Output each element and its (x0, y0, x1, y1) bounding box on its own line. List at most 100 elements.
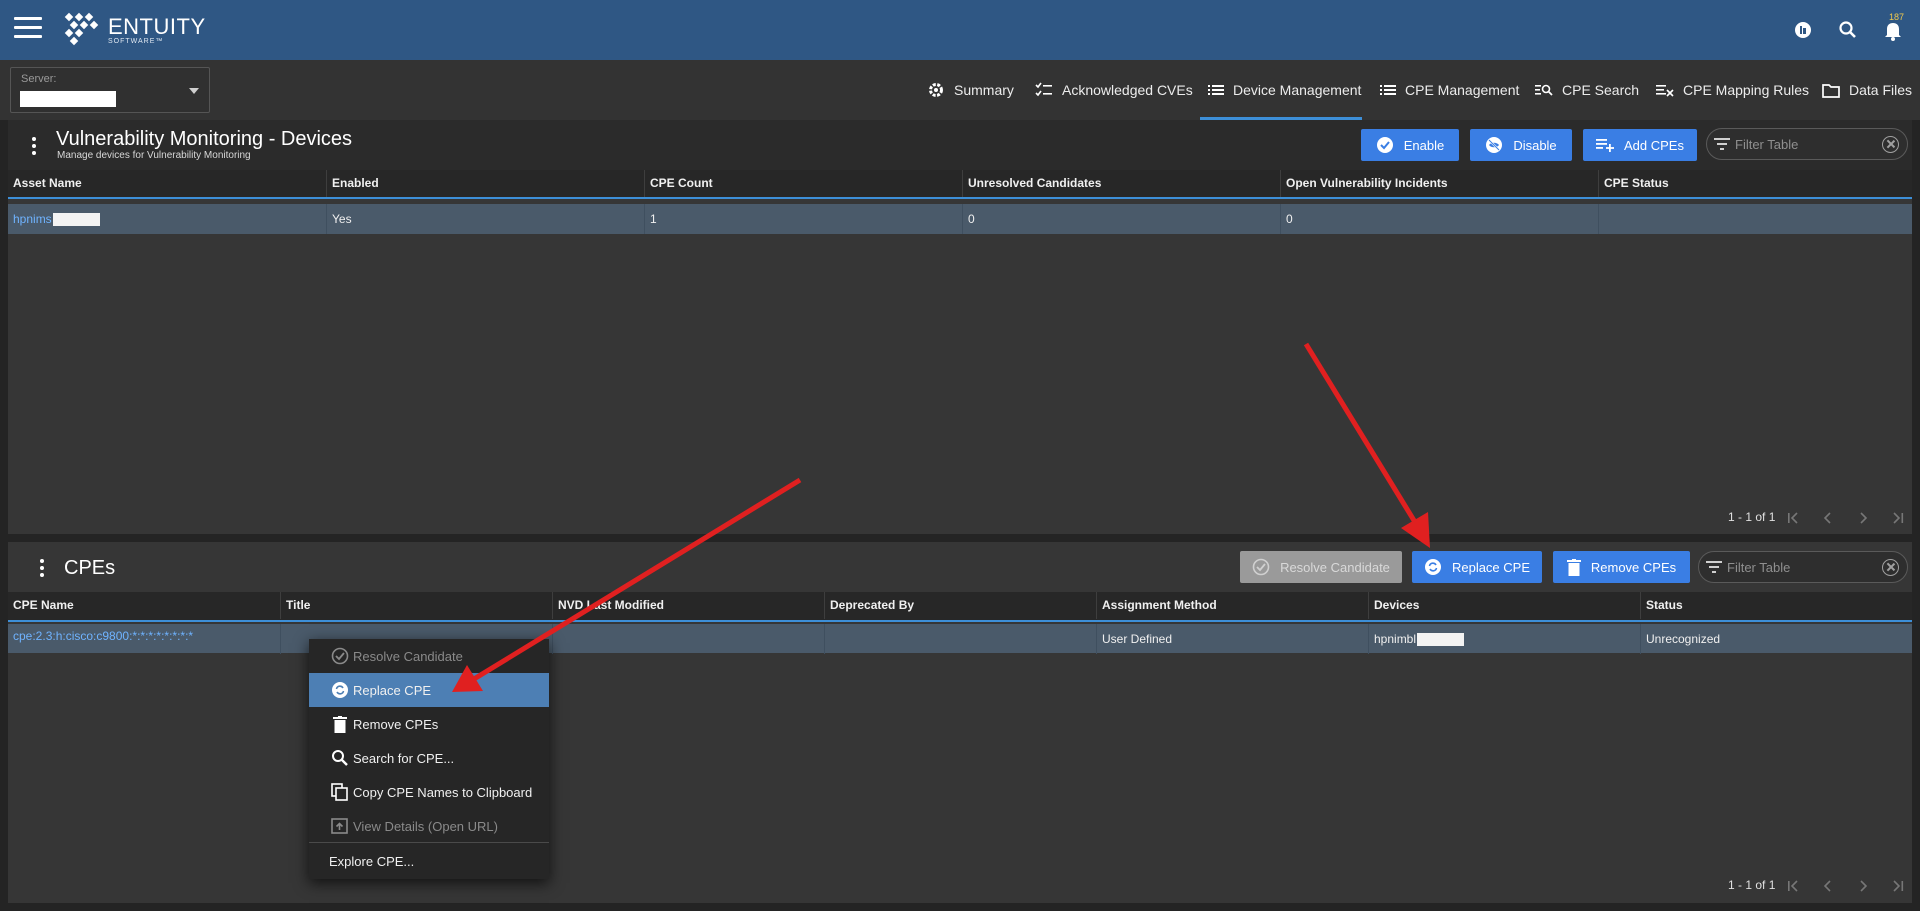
column-header[interactable]: Assignment Method (1096, 592, 1368, 619)
column-header[interactable]: Open Vulnerability Incidents (1280, 170, 1598, 197)
swap-circle-icon (332, 682, 348, 698)
previous-page-icon[interactable] (1821, 511, 1835, 525)
pagination-range: 1 - 1 of 1 (1728, 878, 1776, 892)
column-header[interactable]: CPE Count (644, 170, 962, 197)
first-page-icon[interactable] (1786, 511, 1800, 525)
disable-label: Disable (1513, 137, 1557, 153)
remove-cpes-button[interactable]: Remove CPEs (1553, 551, 1690, 583)
menu-item-label: Search for CPE... (353, 750, 455, 766)
open-in-new-icon (331, 818, 348, 834)
clear-filter-icon[interactable] (1882, 136, 1899, 153)
enable-label: Enable (1403, 137, 1445, 153)
menu-item-copy-cpe-names[interactable]: Copy CPE Names to Clipboard (309, 775, 549, 809)
next-page-icon[interactable] (1856, 879, 1870, 893)
previous-page-icon[interactable] (1821, 879, 1835, 893)
menu-divider (309, 842, 549, 843)
section-title: CPEs (64, 557, 116, 579)
more-vert-icon[interactable] (31, 137, 37, 157)
status-cell: Unrecognized (1640, 624, 1912, 654)
tab-cpe-management[interactable]: CPE Management (1380, 60, 1519, 120)
column-header[interactable]: NVD Last Modified (552, 592, 824, 619)
column-header[interactable]: Asset Name (8, 170, 326, 197)
column-header[interactable]: Devices (1368, 592, 1640, 619)
column-header[interactable]: Enabled (326, 170, 644, 197)
devices-panel: Vulnerability Monitoring - Devices Manag… (8, 120, 1912, 534)
column-header[interactable]: CPE Name (8, 592, 280, 619)
menu-item-resolve-candidate[interactable]: Resolve Candidate (309, 639, 549, 673)
resolve-candidate-button[interactable]: Resolve Candidate (1240, 551, 1402, 583)
tab-data-files[interactable]: Data Files (1822, 60, 1912, 120)
column-header[interactable]: Title (280, 592, 552, 619)
list-icon (1380, 85, 1396, 95)
menu-item-explore-cpe[interactable]: Explore CPE... (309, 844, 549, 878)
devices-panel-header: Vulnerability Monitoring - Devices Manag… (8, 120, 1912, 170)
tab-label: Device Management (1233, 82, 1362, 98)
last-page-icon[interactable] (1891, 511, 1905, 525)
menu-item-view-details[interactable]: View Details (Open URL) (309, 809, 549, 843)
enable-button[interactable]: Enable (1361, 129, 1459, 161)
menu-item-label: Copy CPE Names to Clipboard (353, 784, 533, 800)
server-select[interactable]: Server: (10, 67, 210, 113)
menu-item-replace-cpe[interactable]: Replace CPE (309, 673, 549, 707)
cpes-panel: CPEs Resolve Candidate Replace CPE Remov… (8, 542, 1912, 903)
table-row[interactable]: hpnims Yes 1 0 0 (8, 204, 1912, 234)
notification-count-badge: 187 (1889, 12, 1905, 22)
deprecated-by-cell (824, 624, 1096, 654)
replace-cpe-button[interactable]: Replace CPE (1412, 551, 1542, 583)
user-account-icon[interactable] (1790, 17, 1816, 43)
resolve-candidate-label: Resolve Candidate (1280, 559, 1390, 575)
menu-item-label: Explore CPE... (329, 853, 415, 869)
replace-cpe-label: Replace CPE (1451, 559, 1531, 575)
more-vert-icon[interactable] (39, 559, 45, 579)
checklist-icon (1035, 82, 1052, 97)
check-circle-outline-icon (1252, 558, 1270, 576)
cpe-status-cell (1598, 204, 1912, 234)
menu-item-label: View Details (Open URL) (353, 818, 498, 834)
column-header[interactable]: Unresolved Candidates (962, 170, 1280, 197)
device-name: hpnimbl (1374, 632, 1417, 646)
table-row[interactable]: cpe:2.3:h:cisco:c9800:*:*:*:*:*:*:*:* Us… (8, 624, 1912, 654)
hamburger-menu-icon[interactable] (14, 17, 42, 41)
search-icon (332, 750, 348, 766)
disable-button[interactable]: Disable (1470, 129, 1572, 161)
devices-filter-input[interactable]: Filter Table (1706, 128, 1908, 160)
nvd-last-modified-cell (552, 624, 824, 654)
tab-label: Data Files (1849, 82, 1913, 98)
asset-name-cell[interactable]: hpnims (8, 204, 326, 234)
server-label: Server: (21, 73, 57, 85)
enabled-cell: Yes (326, 204, 644, 234)
entuity-logo: ENTUITY SOFTWARE™ (60, 12, 220, 50)
first-page-icon[interactable] (1786, 879, 1800, 893)
next-page-icon[interactable] (1856, 511, 1870, 525)
clear-filter-icon[interactable] (1882, 559, 1899, 576)
tab-summary[interactable]: Summary (927, 60, 1014, 120)
menu-item-search-for-cpe[interactable]: Search for CPE... (309, 741, 549, 775)
logo-subtitle: SOFTWARE™ (108, 38, 164, 45)
page-subtitle: Manage devices for Vulnerability Monitor… (57, 150, 251, 161)
tab-acknowledged-cves[interactable]: Acknowledged CVEs (1035, 60, 1193, 120)
cpe-context-menu: Resolve Candidate Replace CPE Remove CPE… (309, 639, 549, 879)
tab-cpe-search[interactable]: CPE Search (1535, 60, 1639, 120)
playlist-add-icon (1596, 139, 1614, 152)
add-cpes-button[interactable]: Add CPEs (1583, 129, 1697, 161)
cpes-filter-input[interactable]: Filter Table (1698, 551, 1908, 583)
column-header[interactable]: CPE Status (1598, 170, 1912, 197)
menu-item-remove-cpes[interactable]: Remove CPEs (309, 707, 549, 741)
filter-icon (1714, 138, 1730, 150)
tab-label: CPE Search (1562, 82, 1640, 98)
tab-label: Acknowledged CVEs (1062, 82, 1193, 98)
open-incidents-cell: 0 (1280, 204, 1598, 234)
last-page-icon[interactable] (1891, 879, 1905, 893)
swap-circle-icon (1424, 559, 1441, 575)
column-header[interactable]: Status (1640, 592, 1912, 619)
tab-cpe-mapping-rules[interactable]: CPE Mapping Rules (1656, 60, 1809, 120)
search-icon[interactable] (1835, 17, 1861, 43)
cpe-name-link[interactable]: cpe:2.3:h:cisco:c9800:*:*:*:*:*:*:*:* (8, 624, 280, 653)
trash-icon (333, 715, 347, 733)
check-circle-icon (1376, 137, 1393, 153)
tab-device-management[interactable]: Device Management (1200, 60, 1362, 120)
pagination-range: 1 - 1 of 1 (1728, 510, 1776, 524)
gear-icon (929, 83, 943, 97)
asset-link[interactable]: hpnims (13, 212, 52, 226)
column-header[interactable]: Deprecated By (824, 592, 1096, 619)
